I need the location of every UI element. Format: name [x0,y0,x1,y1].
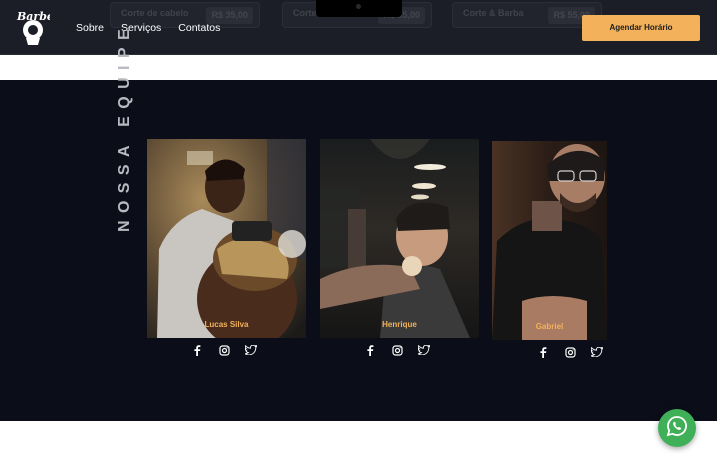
twitter-icon[interactable] [244,343,258,357]
member-photo [492,141,607,340]
member-socials [190,343,258,357]
barber-logo[interactable]: Barber [16,8,61,46]
section-divider [0,55,717,80]
camera-notch [316,0,402,17]
facebook-icon[interactable] [363,343,377,357]
price-item: Corte & Barba R$ 55,00 [452,2,602,28]
team-member-card: Henrique [320,139,479,338]
instagram-icon[interactable] [390,343,404,357]
team-title: NOSSA EQUIPE [116,21,133,232]
member-name: Gabriel [535,322,564,331]
instagram-icon[interactable] [217,343,231,357]
main-nav: Sobre Serviços Contatos [76,22,220,34]
schedule-button[interactable]: Agendar Horário [582,15,700,41]
member-name: Henrique [382,320,417,329]
site-header: Corte de cabelo R$ 35,00 Corte R$ 35,00 … [0,0,717,55]
team-member-card: Gabriel [492,141,607,340]
nav-contatos[interactable]: Contatos [178,22,220,34]
member-photo [147,139,306,338]
instagram-icon[interactable] [563,345,577,359]
whatsapp-icon [666,415,688,441]
svg-text:Barber: Barber [16,10,50,23]
facebook-icon[interactable] [536,345,550,359]
nav-sobre[interactable]: Sobre [76,22,104,34]
whatsapp-button[interactable] [658,409,696,447]
member-socials [363,343,431,357]
member-photo [320,139,479,338]
member-name: Lucas Silva [204,320,249,329]
price-item-name: Corte de cabelo [121,8,189,18]
team-member-card: Lucas Silva [147,139,306,338]
price-item-name: Corte [293,8,317,18]
twitter-icon[interactable] [590,345,604,359]
member-socials [536,345,604,359]
twitter-icon[interactable] [417,343,431,357]
price-item-name: Corte & Barba [463,8,524,18]
facebook-icon[interactable] [190,343,204,357]
footer-band [0,421,717,467]
